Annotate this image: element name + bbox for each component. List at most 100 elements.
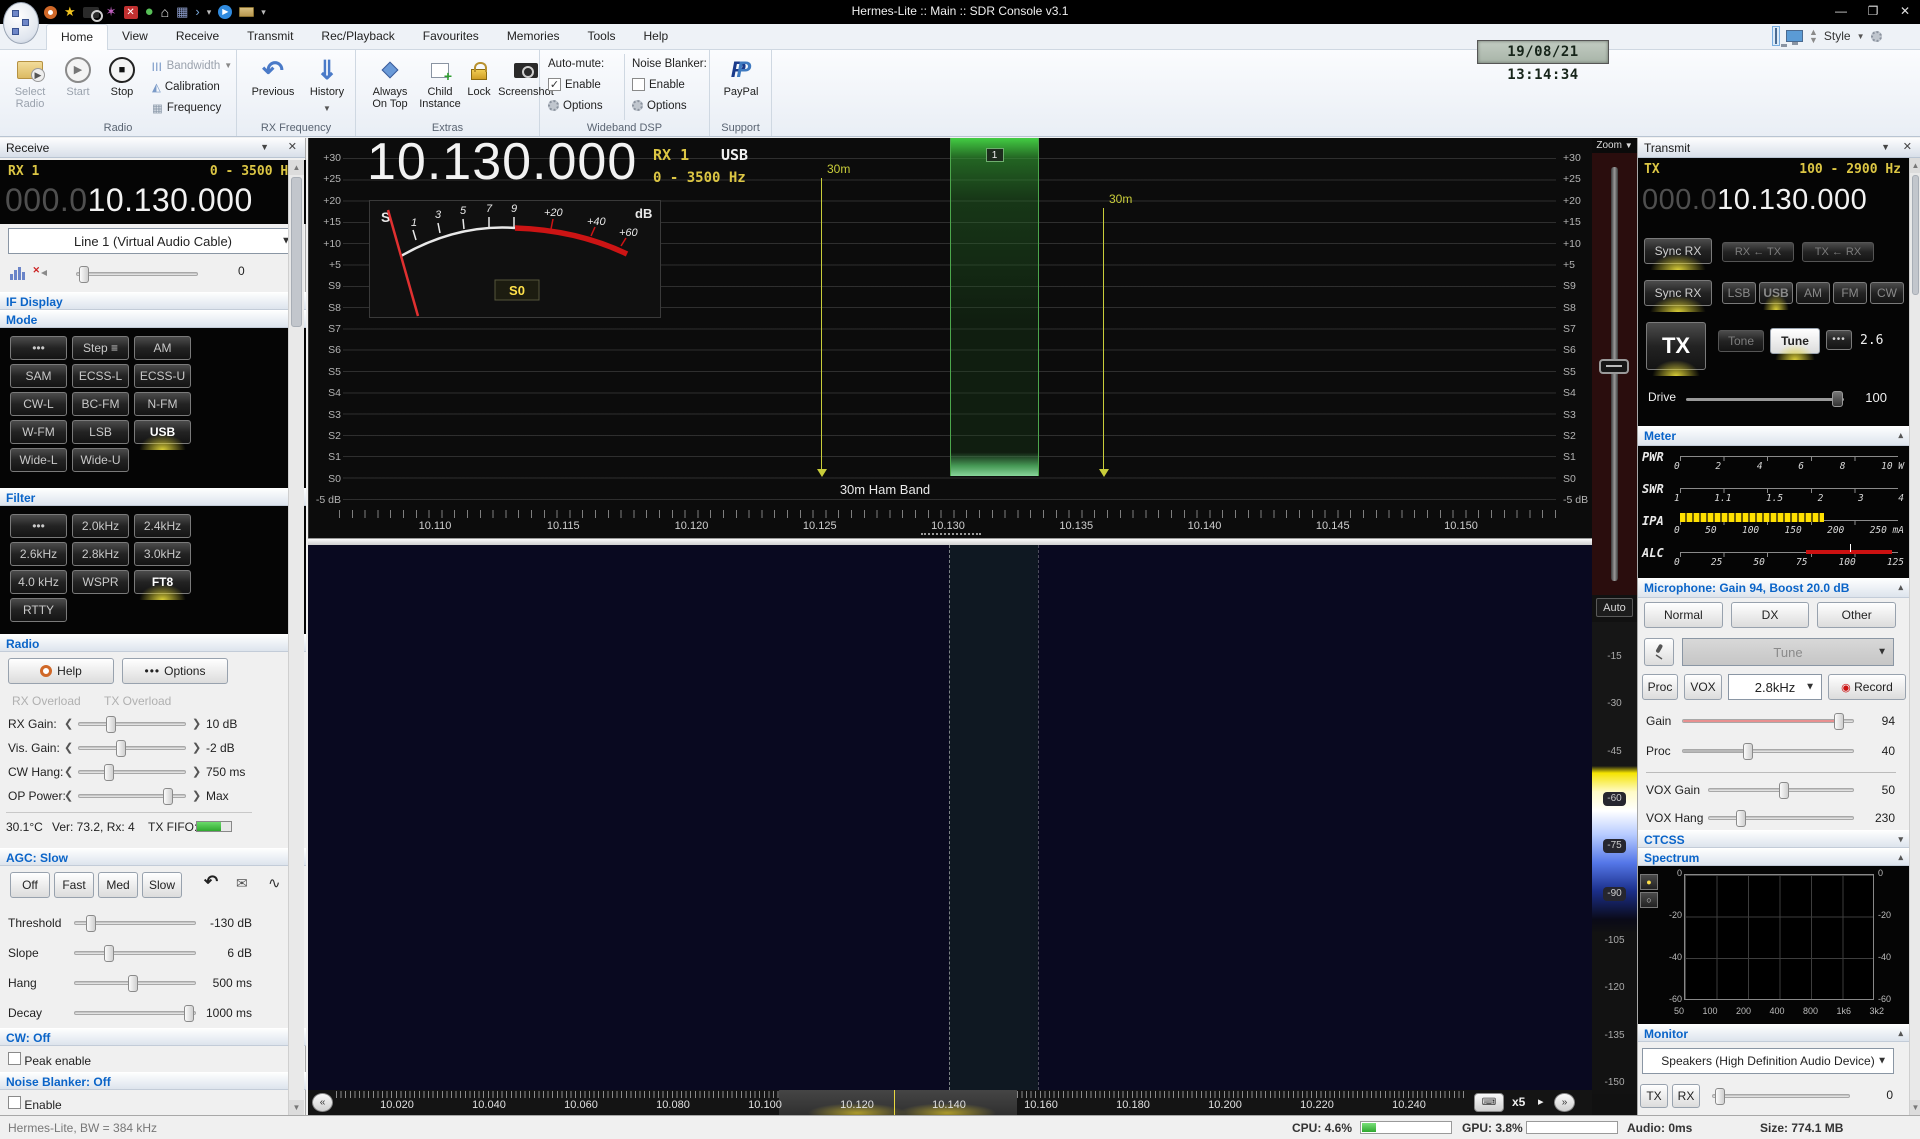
style-dropdown[interactable]: Style <box>1824 29 1851 43</box>
mic-profile-button[interactable]: Other <box>1817 602 1896 628</box>
start-button[interactable]: ▶ Start <box>58 54 98 98</box>
slider-handle[interactable] <box>163 788 173 805</box>
slider-handle[interactable] <box>104 764 114 781</box>
always-on-top-button[interactable]: Always On Top <box>366 54 414 110</box>
tx-mode-button[interactable]: AM <box>1796 282 1830 304</box>
tuned-frequency-display[interactable]: 10.130.000 <box>367 132 637 192</box>
filter-button[interactable]: 3.0kHz <box>134 542 191 566</box>
slider-track[interactable] <box>74 1011 196 1015</box>
drive-slider-handle[interactable] <box>1832 391 1843 407</box>
frequency-button[interactable]: ▦ Frequency <box>152 98 221 117</box>
microphone-button[interactable] <box>1644 638 1674 666</box>
ribbon-tab[interactable]: Transmit <box>233 24 307 50</box>
slider-track[interactable] <box>78 722 186 726</box>
scroll-down-icon[interactable]: ▼ <box>289 1100 304 1115</box>
waterfall-color-scale[interactable]: -15-30-45-60-75-90-105-120-135-150 <box>1592 622 1637 1094</box>
meter-section-header[interactable]: Meter▴ <box>1638 426 1909 446</box>
sync-rx-button-2[interactable]: Sync RX <box>1644 280 1712 306</box>
auto-mute-options-button[interactable]: Options <box>548 96 603 115</box>
noise-blanker-section-header[interactable]: Noise Blanker: Off▴ <box>0 1072 306 1090</box>
caret-down-icon[interactable]: ▼ <box>1857 32 1865 41</box>
maximize-button[interactable]: ❐ <box>1858 0 1888 22</box>
monitor-layout-selected[interactable] <box>1772 26 1780 46</box>
monitor-device-dropdown[interactable]: Speakers (High Definition Audio Device)▼ <box>1642 1048 1894 1074</box>
slider-handle[interactable] <box>104 945 114 962</box>
scroll-right-button[interactable]: » <box>1554 1093 1575 1112</box>
rx-from-tx-button[interactable]: RX ← TX <box>1722 242 1794 262</box>
ribbon-tab[interactable]: Home <box>46 24 108 50</box>
monitor-slider-handle[interactable] <box>1715 1088 1725 1105</box>
slider-handle[interactable] <box>1834 713 1844 730</box>
bandwidth-button[interactable]: ||| Bandwidth ▼ <box>152 56 232 75</box>
collapse-icon[interactable]: ▾ <box>1898 834 1903 845</box>
mode-button[interactable]: ECSS-U <box>134 364 191 388</box>
agc-mode-button[interactable]: Med <box>98 872 138 898</box>
slider-track[interactable] <box>74 981 196 985</box>
filter-button[interactable]: WSPR <box>72 570 129 594</box>
slider-track[interactable] <box>1708 816 1854 820</box>
zoom-label[interactable]: Zoom ▼ <box>1592 138 1637 153</box>
if-display-section-header[interactable]: IF Display▴ <box>0 292 306 310</box>
frequency-overview-bar[interactable]: 10.02010.04010.06010.08010.10010.12010.1… <box>308 1090 1592 1115</box>
ribbon-tab[interactable]: View <box>108 24 162 50</box>
ribbon-tab[interactable]: Rec/Playback <box>307 24 408 50</box>
slider-track[interactable] <box>78 794 186 798</box>
decrease-arrow[interactable]: ❮ <box>64 717 73 730</box>
panel-close-icon[interactable]: ✕ <box>1903 140 1912 153</box>
mode-button[interactable]: Wide-L <box>10 448 67 472</box>
zoom-slider-handle[interactable] <box>1599 359 1629 374</box>
overview-zoom-factor[interactable]: x5 <box>1512 1095 1525 1109</box>
agc-mode-button[interactable]: Slow <box>142 872 182 898</box>
monitor-tx-button[interactable]: TX <box>1640 1084 1668 1108</box>
ribbon-tab[interactable]: Help <box>630 24 683 50</box>
monitor-rx-button[interactable]: RX <box>1672 1084 1700 1108</box>
increase-arrow[interactable]: ❯ <box>192 789 201 802</box>
mode-button[interactable]: AM <box>134 336 191 360</box>
radio-section-header[interactable]: Radio▴ <box>0 634 306 652</box>
filter-button[interactable]: 2.0kHz <box>72 514 129 538</box>
filter-button[interactable]: 4.0 kHz <box>10 570 67 594</box>
panel-menu-icon[interactable]: ▼ <box>1881 142 1890 152</box>
collapse-icon[interactable]: ▴ <box>1898 1028 1903 1039</box>
tx-mode-button[interactable]: CW <box>1870 282 1904 304</box>
tx-mode-button[interactable]: USB <box>1759 282 1793 304</box>
ribbon-tab[interactable]: Tools <box>574 24 630 50</box>
mic-profile-button[interactable]: Normal <box>1644 602 1723 628</box>
slider-handle[interactable] <box>116 740 126 757</box>
child-instance-button[interactable]: Child Instance <box>416 54 464 110</box>
ribbon-tab[interactable]: Favourites <box>409 24 493 50</box>
decrease-arrow[interactable]: ❮ <box>64 765 73 778</box>
envelope-gear-icon[interactable]: ✉ <box>236 875 248 892</box>
auto-mute-enable-checkbox[interactable]: ✓ Enable <box>548 75 601 94</box>
receive-scrollbar[interactable]: ▲ ▼ <box>288 160 304 1115</box>
mode-button[interactable]: Wide-U <box>72 448 129 472</box>
minimize-button[interactable]: — <box>1826 0 1856 22</box>
scroll-up-icon[interactable]: ▲ <box>289 160 304 175</box>
spectrum-toggle-off-icon[interactable]: ○ <box>1640 892 1658 908</box>
slider-handle[interactable] <box>106 716 116 733</box>
agc-section-header[interactable]: AGC: Slow▴ <box>0 848 306 866</box>
microphone-section-header[interactable]: Microphone: Gain 94, Boost 20.0 dB▴ <box>1638 578 1909 598</box>
slider-handle[interactable] <box>1736 810 1746 827</box>
ribbon-tab[interactable]: Memories <box>493 24 574 50</box>
scrollbar-thumb[interactable] <box>1912 175 1919 295</box>
filter-button[interactable]: 2.6kHz <box>10 542 67 566</box>
slider-track[interactable] <box>1682 749 1854 753</box>
mode-button[interactable]: Step ≡ <box>72 336 129 360</box>
lock-button[interactable]: Lock <box>462 54 496 98</box>
spectrum-toggle-on-icon[interactable]: ● <box>1640 874 1658 890</box>
monitor-section-header[interactable]: Monitor▴ <box>1638 1024 1909 1042</box>
cw-section-header[interactable]: CW: Off▴ <box>0 1028 306 1046</box>
drive-slider[interactable] <box>1686 398 1844 401</box>
collapse-icon[interactable]: ▴ <box>1898 852 1903 863</box>
agc-mode-button[interactable]: Off <box>10 872 50 898</box>
filter-button[interactable]: FT8 <box>134 570 191 594</box>
filter-section-header[interactable]: Filter▴ <box>0 488 306 506</box>
spectrum-waterfall-splitter[interactable] <box>308 538 1592 545</box>
rx-filter-band[interactable]: 1 <box>950 138 1039 476</box>
volume-slider[interactable] <box>76 272 198 276</box>
panel-menu-icon[interactable]: ▼ <box>260 142 269 152</box>
calibration-button[interactable]: ◭ Calibration <box>152 77 220 96</box>
ribbon-tab[interactable]: Receive <box>162 24 233 50</box>
scrollbar-thumb[interactable] <box>291 177 302 327</box>
